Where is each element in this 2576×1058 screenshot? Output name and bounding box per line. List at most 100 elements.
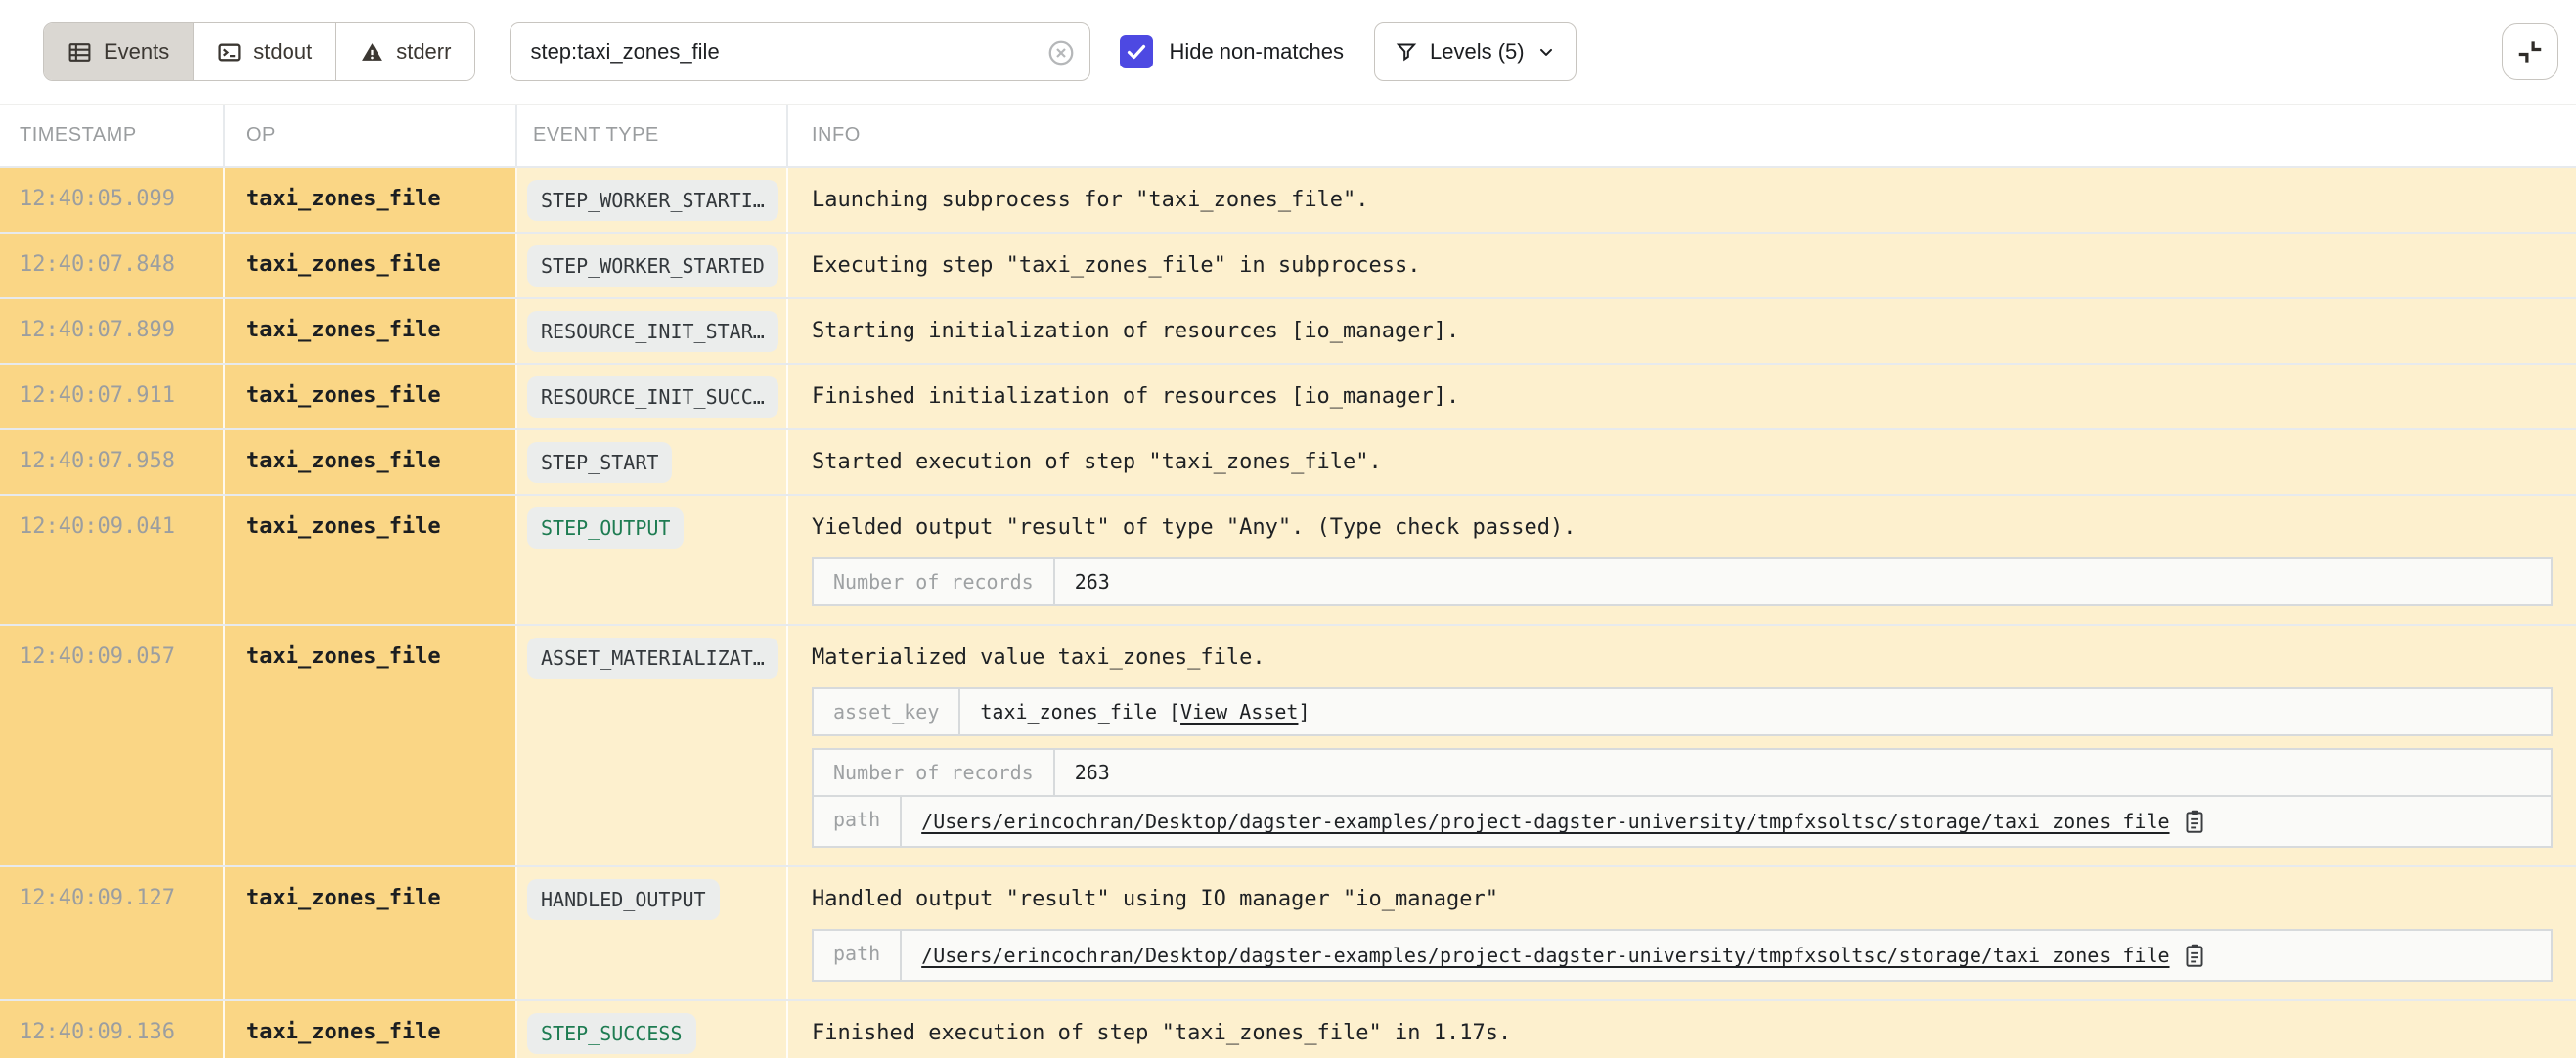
event-type-cell: STEP_SUCCESS	[517, 1001, 788, 1058]
tab-stdout-label: stdout	[253, 39, 312, 65]
metadata-value: 263	[1055, 559, 2551, 604]
info-cell: Started execution of step "taxi_zones_fi…	[788, 430, 2576, 494]
table-row[interactable]: 12:40:09.041 taxi_zones_file STEP_OUTPUT…	[0, 496, 2576, 626]
timestamp-cell[interactable]: 12:40:07.848	[0, 234, 225, 297]
filter-icon	[1395, 40, 1418, 64]
event-type-cell: RESOURCE_INIT_SUCC…	[517, 365, 788, 428]
hide-non-matches-control: Hide non-matches	[1120, 35, 1344, 68]
column-header-op: OP	[225, 105, 517, 166]
table-row[interactable]: 12:40:07.848 taxi_zones_file STEP_WORKER…	[0, 234, 2576, 299]
info-cell: Starting initialization of resources [io…	[788, 299, 2576, 363]
metadata-value: /Users/erincochran/Desktop/dagster-examp…	[902, 931, 2551, 980]
metadata-value: taxi_zones_file[View Asset]	[960, 689, 2551, 734]
event-type-badge: STEP_WORKER_STARTI…	[527, 180, 778, 221]
event-type-badge: HANDLED_OUTPUT	[527, 879, 720, 920]
op-cell: taxi_zones_file	[225, 867, 517, 999]
timestamp-cell[interactable]: 12:40:09.127	[0, 867, 225, 999]
event-type-badge: RESOURCE_INIT_SUCC…	[527, 376, 778, 418]
metadata-table: path/Users/erincochran/Desktop/dagster-e…	[812, 929, 2553, 982]
event-type-cell: STEP_OUTPUT	[517, 496, 788, 624]
metadata-row: asset_keytaxi_zones_file[View Asset]	[814, 689, 2551, 734]
search-input[interactable]	[511, 23, 1089, 80]
table-icon	[67, 40, 92, 65]
info-cell: Finished execution of step "taxi_zones_f…	[788, 1001, 2576, 1058]
table-row[interactable]: 12:40:07.958 taxi_zones_file STEP_START …	[0, 430, 2576, 496]
op-cell: taxi_zones_file	[225, 1001, 517, 1058]
event-type-badge: STEP_SUCCESS	[527, 1013, 696, 1054]
info-message: Materialized value taxi_zones_file.	[812, 644, 2553, 672]
log-table-body: 12:40:05.099 taxi_zones_file STEP_WORKER…	[0, 168, 2576, 1058]
metadata-value: /Users/erincochran/Desktop/dagster-examp…	[902, 797, 2551, 846]
path-link[interactable]: /Users/erincochran/Desktop/dagster-examp…	[921, 944, 2169, 967]
copy-path-icon[interactable]	[2182, 808, 2207, 835]
table-row[interactable]: 12:40:07.911 taxi_zones_file RESOURCE_IN…	[0, 365, 2576, 430]
op-cell: taxi_zones_file	[225, 234, 517, 297]
table-row[interactable]: 12:40:07.899 taxi_zones_file RESOURCE_IN…	[0, 299, 2576, 365]
clear-search-icon[interactable]	[1046, 38, 1076, 67]
info-message: Yielded output "result" of type "Any". (…	[812, 514, 2553, 542]
metadata-row: Number of records263	[814, 750, 2551, 795]
event-type-badge: STEP_WORKER_STARTED	[527, 245, 778, 287]
event-type-cell: HANDLED_OUTPUT	[517, 867, 788, 999]
info-cell: Yielded output "result" of type "Any". (…	[788, 496, 2576, 624]
timestamp-cell[interactable]: 12:40:07.899	[0, 299, 225, 363]
op-cell: taxi_zones_file	[225, 365, 517, 428]
tab-events[interactable]: Events	[44, 23, 193, 80]
collapse-icon	[2515, 37, 2545, 66]
metadata-label: asset_key	[814, 689, 960, 734]
timestamp-cell[interactable]: 12:40:09.041	[0, 496, 225, 624]
event-type-badge: ASSET_MATERIALIZAT…	[527, 638, 778, 679]
info-cell: Executing step "taxi_zones_file" in subp…	[788, 234, 2576, 297]
info-message: Launching subprocess for "taxi_zones_fil…	[812, 187, 2553, 214]
table-row[interactable]: 12:40:09.136 taxi_zones_file STEP_SUCCES…	[0, 1001, 2576, 1058]
timestamp-cell[interactable]: 12:40:09.057	[0, 626, 225, 865]
checkmark-icon	[1125, 40, 1148, 64]
table-row[interactable]: 12:40:05.099 taxi_zones_file STEP_WORKER…	[0, 168, 2576, 234]
metadata-row: path/Users/erincochran/Desktop/dagster-e…	[814, 795, 2551, 846]
column-header-event-type: EVENT TYPE	[517, 105, 788, 166]
event-type-cell: ASSET_MATERIALIZAT…	[517, 626, 788, 865]
timestamp-cell[interactable]: 12:40:07.958	[0, 430, 225, 494]
event-type-cell: STEP_WORKER_STARTI…	[517, 168, 788, 232]
info-cell: Launching subprocess for "taxi_zones_fil…	[788, 168, 2576, 232]
op-cell: taxi_zones_file	[225, 496, 517, 624]
view-asset-link[interactable]: View Asset	[1180, 700, 1298, 724]
hide-non-matches-label: Hide non-matches	[1169, 39, 1344, 65]
info-message: Started execution of step "taxi_zones_fi…	[812, 449, 2553, 476]
metadata-table: Number of records263	[812, 557, 2553, 606]
info-message: Starting initialization of resources [io…	[812, 318, 2553, 345]
op-cell: taxi_zones_file	[225, 626, 517, 865]
info-cell: Handled output "result" using IO manager…	[788, 867, 2576, 999]
tab-stdout[interactable]: stdout	[193, 23, 335, 80]
tab-events-label: Events	[104, 39, 169, 65]
timestamp-cell[interactable]: 12:40:07.911	[0, 365, 225, 428]
event-type-cell: RESOURCE_INIT_STAR…	[517, 299, 788, 363]
levels-label: Levels (5)	[1430, 39, 1525, 65]
levels-filter-button[interactable]: Levels (5)	[1374, 22, 1577, 81]
info-message: Handled output "result" using IO manager…	[812, 886, 2553, 913]
path-link[interactable]: /Users/erincochran/Desktop/dagster-examp…	[921, 810, 2169, 833]
metadata-label: Number of records	[814, 750, 1055, 795]
log-search-field	[510, 22, 1090, 81]
hide-non-matches-checkbox[interactable]	[1120, 35, 1153, 68]
warning-icon	[360, 40, 384, 65]
log-table-header: TIMESTAMP OP EVENT TYPE INFO	[0, 104, 2576, 168]
info-message: Finished initialization of resources [io…	[812, 383, 2553, 411]
event-type-badge: RESOURCE_INIT_STAR…	[527, 311, 778, 352]
metadata-value-text: 263	[1075, 570, 1110, 594]
table-row[interactable]: 12:40:09.057 taxi_zones_file ASSET_MATER…	[0, 626, 2576, 867]
copy-path-icon[interactable]	[2182, 942, 2207, 969]
collapse-panel-button[interactable]	[2502, 23, 2558, 80]
timestamp-cell[interactable]: 12:40:05.099	[0, 168, 225, 232]
event-type-cell: STEP_WORKER_STARTED	[517, 234, 788, 297]
op-cell: taxi_zones_file	[225, 430, 517, 494]
info-message: Finished execution of step "taxi_zones_f…	[812, 1020, 2553, 1047]
tab-stderr[interactable]: stderr	[335, 23, 474, 80]
tab-stderr-label: stderr	[396, 39, 451, 65]
timestamp-cell[interactable]: 12:40:09.136	[0, 1001, 225, 1058]
log-view-tabs: Events stdout stderr	[43, 22, 475, 81]
table-row[interactable]: 12:40:09.127 taxi_zones_file HANDLED_OUT…	[0, 867, 2576, 1001]
view-asset-link-wrap: [View Asset]	[1169, 700, 1310, 724]
metadata-label: path	[814, 797, 902, 846]
metadata-table: Number of records263path/Users/erincochr…	[812, 748, 2553, 848]
